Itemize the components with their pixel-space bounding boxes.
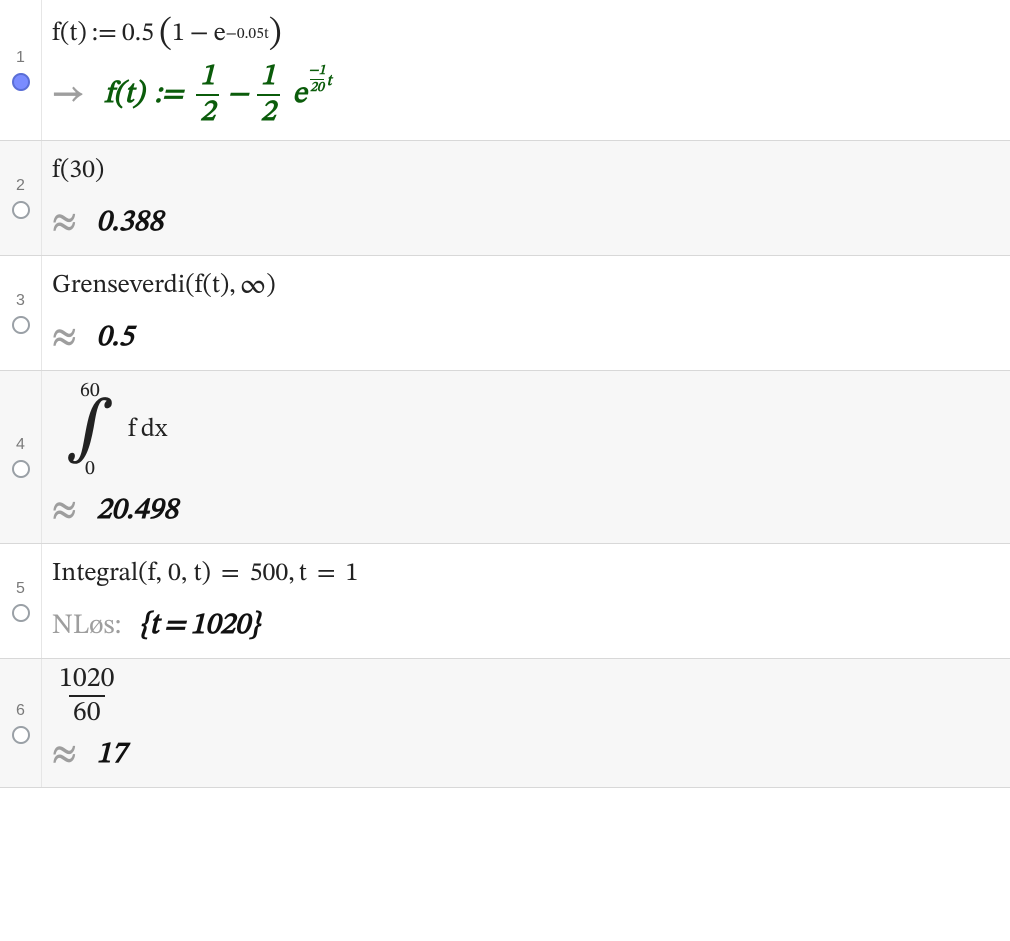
cas-cell[interactable]: 60 ∫ 0 f dx ≈ 20.498 bbox=[42, 371, 1010, 543]
output-arrow-icon: → bbox=[52, 74, 84, 117]
input-expression[interactable]: f(30) bbox=[52, 147, 1000, 195]
row-gutter: 4 bbox=[0, 371, 42, 543]
lower-limit: 0 bbox=[85, 459, 95, 479]
integral-icon: 60 ∫ 0 bbox=[66, 381, 114, 479]
cas-row[interactable]: 4 60 ∫ 0 f dx ≈ 20.498 bbox=[0, 371, 1010, 544]
output-value: 0.5 bbox=[96, 319, 133, 357]
cas-cell[interactable]: f(30) ≈ 0.388 bbox=[42, 141, 1010, 255]
cas-row[interactable]: 1 f(t) := 0.5 ( 1 − e−0.05t ) → f(t) := bbox=[0, 0, 1010, 141]
output-value: {t=1020} bbox=[139, 607, 259, 645]
row-gutter: 6 bbox=[0, 659, 42, 787]
one: 1 bbox=[172, 18, 185, 51]
fn-name: Grenseverdi bbox=[52, 270, 185, 303]
visibility-toggle[interactable] bbox=[12, 316, 30, 334]
input-expression[interactable]: Grenseverdi(f(t),∞) bbox=[52, 262, 1000, 310]
visibility-toggle[interactable] bbox=[12, 460, 30, 478]
visibility-toggle[interactable] bbox=[12, 726, 30, 744]
output-value: f(t) := 12 − 12 e−120t bbox=[104, 62, 331, 128]
approx-icon: ≈ bbox=[52, 317, 76, 360]
cas-row[interactable]: 5 Integral(f, 0, t) = 500, t = 1 NLøs: {… bbox=[0, 544, 1010, 659]
input-expression[interactable]: Integral(f, 0, t) = 500, t = 1 bbox=[52, 550, 1000, 598]
fn-args: (f, 0, t) bbox=[138, 558, 211, 591]
output-expression: ≈ 0.5 bbox=[52, 314, 1000, 362]
input-expression[interactable]: f(t) := 0.5 ( 1 − e−0.05t ) bbox=[52, 10, 1000, 58]
input-expression[interactable]: 60 ∫ 0 f dx bbox=[52, 377, 1000, 483]
row-number: 5 bbox=[16, 580, 25, 598]
paren-close: ) bbox=[269, 11, 282, 57]
rhs-val: 500 bbox=[250, 558, 289, 591]
approx-icon: ≈ bbox=[52, 734, 76, 777]
output-expression: ≈ 17 bbox=[52, 731, 1000, 779]
solve-label: NLøs: bbox=[52, 609, 121, 644]
row-number: 1 bbox=[16, 49, 25, 67]
row-number: 6 bbox=[16, 702, 25, 720]
cas-cell[interactable]: f(t) := 0.5 ( 1 − e−0.05t ) → f(t) := 12 bbox=[42, 0, 1010, 140]
cas-cell[interactable]: Grenseverdi(f(t),∞) ≈ 0.5 bbox=[42, 256, 1010, 370]
cas-cell[interactable]: 1020 60 ≈ 17 bbox=[42, 659, 1010, 787]
approx-icon: ≈ bbox=[52, 202, 76, 245]
output-expression: NLøs: {t=1020} bbox=[52, 602, 1000, 650]
row-gutter: 3 bbox=[0, 256, 42, 370]
row-gutter: 1 bbox=[0, 0, 42, 140]
output-expression: ≈ 20.498 bbox=[52, 487, 1000, 535]
minus: − bbox=[190, 18, 209, 51]
cas-row[interactable]: 3 Grenseverdi(f(t),∞) ≈ 0.5 bbox=[0, 256, 1010, 371]
visibility-toggle[interactable] bbox=[12, 201, 30, 219]
output-value: 0.388 bbox=[96, 204, 163, 242]
output-value: 20.498 bbox=[96, 492, 178, 530]
cas-row[interactable]: 6 1020 60 ≈ 17 bbox=[0, 659, 1010, 788]
output-expression: → f(t) := 12 − 12 e−120t bbox=[52, 62, 1000, 128]
e-base: e bbox=[214, 18, 226, 51]
visibility-toggle[interactable] bbox=[12, 73, 30, 91]
output-expression: ≈ 0.388 bbox=[52, 199, 1000, 247]
input-expression[interactable]: 1020 60 bbox=[52, 665, 1000, 727]
assign-op: := bbox=[92, 18, 117, 51]
approx-icon: ≈ bbox=[52, 490, 76, 533]
lhs: f(t) bbox=[52, 18, 87, 51]
output-value: 17 bbox=[96, 736, 126, 774]
row-number: 4 bbox=[16, 436, 25, 454]
row-number: 2 bbox=[16, 177, 25, 195]
row-gutter: 5 bbox=[0, 544, 42, 658]
expr-text: f(30) bbox=[52, 155, 104, 188]
visibility-toggle[interactable] bbox=[12, 604, 30, 622]
cas-row[interactable]: 2 f(30) ≈ 0.388 bbox=[0, 141, 1010, 256]
paren-open: ( bbox=[159, 11, 172, 57]
infinity-icon: ∞ bbox=[240, 269, 267, 304]
arg1: f(t) bbox=[195, 270, 230, 303]
integrand: f bbox=[128, 414, 136, 447]
fn-name: Integral bbox=[52, 558, 138, 591]
coef: 0.5 bbox=[122, 18, 154, 51]
differential: dx bbox=[141, 414, 167, 447]
row-number: 3 bbox=[16, 292, 25, 310]
row-gutter: 2 bbox=[0, 141, 42, 255]
fraction: 1020 60 bbox=[55, 665, 118, 727]
cas-cell[interactable]: Integral(f, 0, t) = 500, t = 1 NLøs: {t=… bbox=[42, 544, 1010, 658]
